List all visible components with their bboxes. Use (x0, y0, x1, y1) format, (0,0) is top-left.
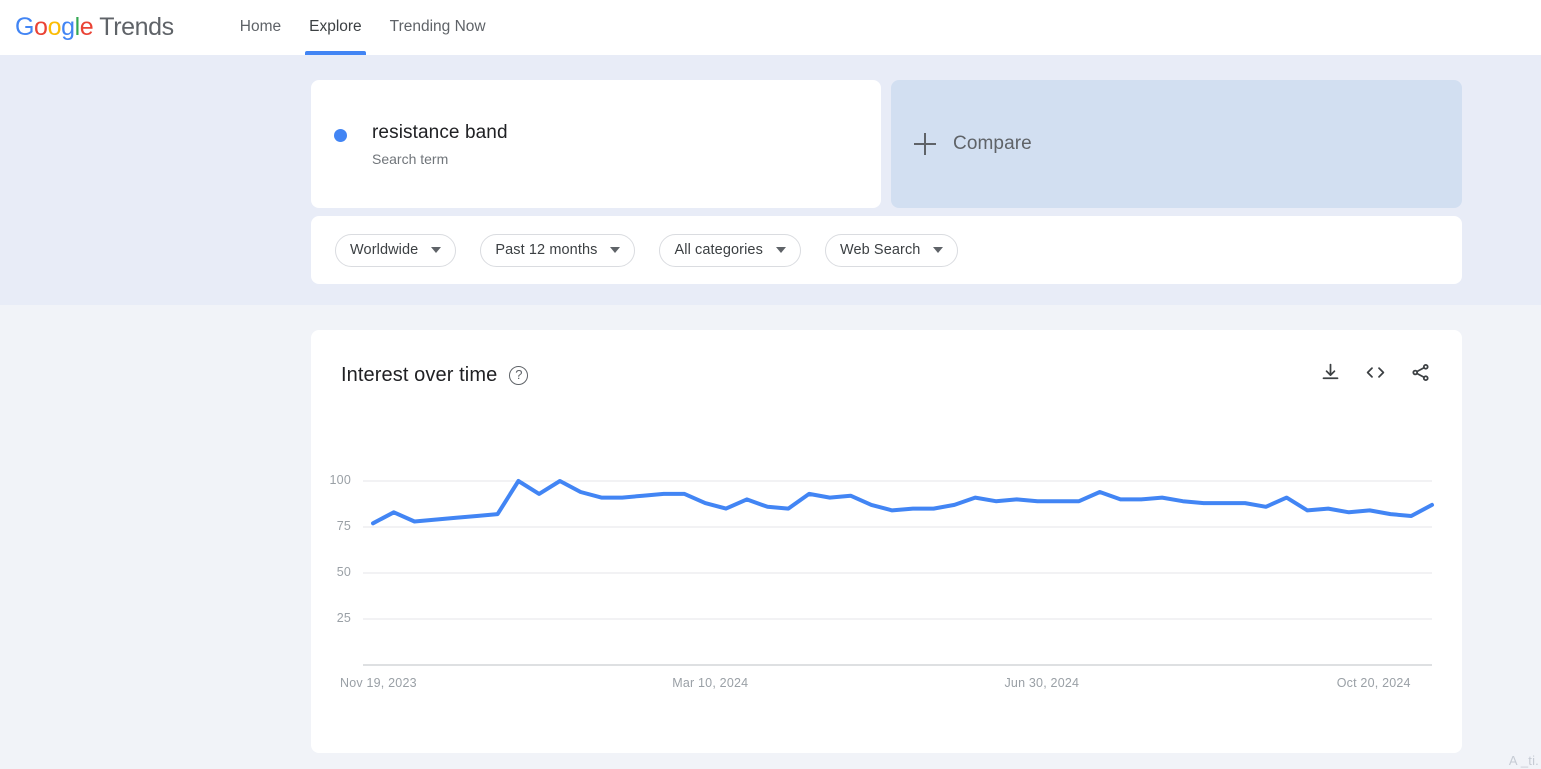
main-nav: Home Explore Trending Now (226, 0, 500, 55)
filter-location[interactable]: Worldwide (335, 233, 457, 267)
nav-item-explore[interactable]: Explore (295, 0, 376, 55)
series-line (371, 479, 1434, 526)
filter-category[interactable]: All categories (659, 233, 801, 267)
y-axis-tick-label: 50 (336, 565, 351, 579)
search-term-text: resistance band Search term (372, 120, 508, 168)
chart-plot-area: 100 75 50 25 Nov 19, 2023 Mar 10, 2024 Jun 30… (311, 330, 1462, 753)
plus-icon (914, 133, 936, 155)
app-header: Google Trends Home Explore Trending Now (0, 0, 1541, 55)
filter-search-type-label: Web Search (839, 242, 921, 258)
y-axis-tick-label: 100 (329, 473, 351, 487)
help-icon[interactable]: ? (509, 365, 529, 385)
nav-item-home[interactable]: Home (226, 0, 295, 55)
download-icon[interactable] (1320, 362, 1341, 388)
product-name: Trends (99, 12, 174, 41)
google-wordmark: Google (15, 12, 94, 41)
search-term-card[interactable]: resistance band Search term (311, 80, 881, 208)
x-axis-tick-label: Oct 20, 2024 (1336, 676, 1411, 690)
y-axis-tick-label: 75 (336, 519, 351, 533)
chart-header: Interest over time ? (341, 358, 1442, 392)
chart-actions (1320, 362, 1442, 388)
series-color-dot (334, 129, 347, 142)
x-axis-tick-label: Mar 10, 2024 (672, 676, 749, 690)
compare-button[interactable]: Compare (891, 80, 1462, 208)
chevron-down-icon (610, 247, 621, 253)
chart-title: Interest over time (341, 363, 498, 386)
google-trends-logo[interactable]: Google Trends (15, 12, 174, 41)
compare-label: Compare (953, 133, 1032, 154)
interest-over-time-chart (363, 479, 1434, 666)
x-axis-tick-label: Nov 19, 2023 (340, 676, 417, 690)
interest-over-time-card: Interest over time ? 100 75 50 25 Nov 19… (311, 330, 1462, 753)
share-icon[interactable] (1410, 362, 1431, 388)
footer-partial-text: A _ti. (1508, 753, 1539, 768)
filter-category-label: All categories (674, 242, 763, 258)
filter-search-type[interactable]: Web Search (824, 233, 959, 267)
filter-time-range[interactable]: Past 12 months (480, 233, 636, 267)
nav-item-trending-now[interactable]: Trending Now (376, 0, 500, 55)
filter-time-range-label: Past 12 months (495, 242, 598, 258)
embed-code-icon[interactable] (1364, 362, 1387, 388)
google-trends-page: Google Trends Home Explore Trending Now … (0, 0, 1541, 769)
filter-location-label: Worldwide (350, 242, 419, 258)
search-term-type: Search term (372, 151, 449, 167)
search-term-title: resistance band (372, 122, 508, 143)
chevron-down-icon (775, 247, 786, 253)
query-row: resistance band Search term Compare (311, 80, 1462, 208)
y-axis-tick-label: 25 (336, 611, 351, 625)
chevron-down-icon (933, 247, 944, 253)
x-axis-tick-label: Jun 30, 2024 (1004, 676, 1080, 690)
filters-bar: Worldwide Past 12 months All categories … (311, 216, 1462, 284)
chevron-down-icon (431, 247, 442, 253)
